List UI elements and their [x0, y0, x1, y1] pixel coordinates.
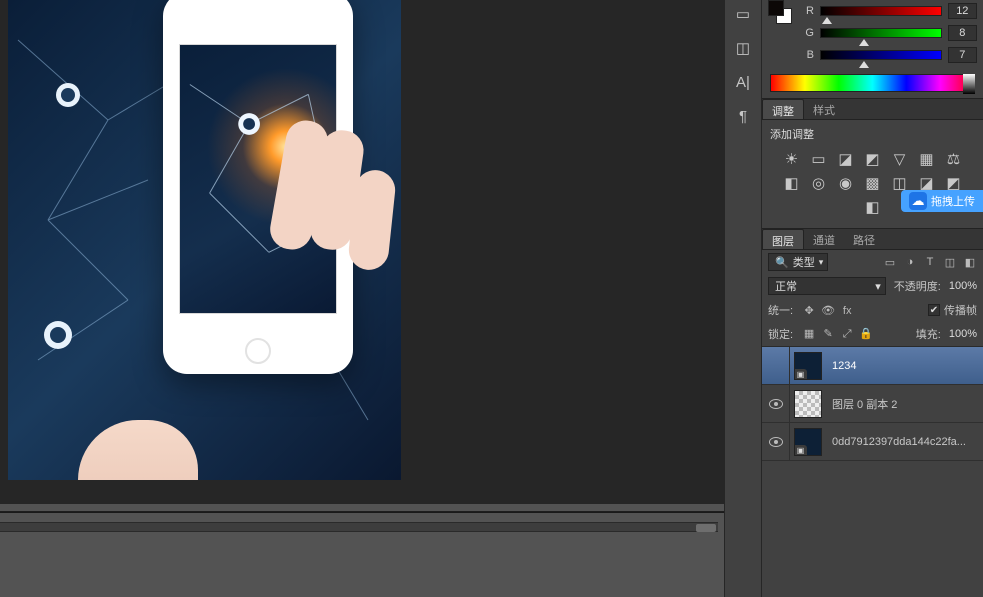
- filter-smart-icon[interactable]: ◧: [963, 256, 977, 269]
- gradient-map-icon[interactable]: ◧: [863, 200, 883, 216]
- exposure-icon[interactable]: ◩: [863, 152, 883, 168]
- layer-filter-kind-select[interactable]: 🔍 类型 ▾: [768, 253, 828, 271]
- layer-thumbnail[interactable]: ▣: [794, 428, 822, 456]
- hue-sat-icon[interactable]: ▦: [917, 152, 937, 168]
- foreground-background-swatch[interactable]: [768, 0, 794, 26]
- tab-paths[interactable]: 路径: [844, 229, 884, 249]
- color-balance-icon[interactable]: ⚖: [944, 152, 964, 168]
- filter-adjustment-icon[interactable]: ◑: [903, 256, 917, 269]
- phone-mockup: [163, 0, 353, 374]
- layer-name[interactable]: 0dd7912397dda144c22fa...: [826, 436, 977, 448]
- b-channel-value[interactable]: 7: [948, 47, 977, 63]
- adjustments-tab-bar: 调整 样式: [762, 98, 983, 120]
- tab-layers[interactable]: 图层: [762, 229, 804, 249]
- lock-all-icon[interactable]: 🔒: [858, 327, 874, 340]
- panel-icon[interactable]: ◫: [731, 38, 755, 60]
- lock-transparent-icon[interactable]: ▦: [801, 327, 817, 340]
- document-canvas[interactable]: [8, 0, 401, 480]
- layer-thumbnail[interactable]: ▣: [794, 352, 822, 380]
- blend-mode-select[interactable]: 正常 ▾: [768, 277, 886, 295]
- scrollbar-thumb[interactable]: [696, 524, 716, 532]
- b-channel-slider[interactable]: [820, 50, 942, 60]
- levels-icon[interactable]: ▭: [809, 152, 829, 168]
- layers-list: ▣ 1234 图层 0 副本 2 ▣ 0dd7912397dda144c22fa…: [762, 346, 983, 461]
- layer-visibility-toggle[interactable]: [762, 423, 790, 460]
- phone-screen-network: [180, 45, 336, 312]
- drag-upload-button[interactable]: ☁ 拖拽上传: [901, 190, 983, 212]
- add-adjustment-label: 添加调整: [770, 126, 975, 142]
- drag-upload-label: 拖拽上传: [931, 193, 975, 209]
- chevron-down-icon: ▾: [819, 257, 824, 268]
- smart-object-badge-icon: ▣: [794, 369, 807, 380]
- layer-filter-kind-label: 类型: [793, 254, 815, 270]
- fill-label: 填充:: [916, 326, 941, 342]
- lock-label: 锁定:: [768, 326, 793, 342]
- filter-shape-icon[interactable]: ◫: [943, 256, 957, 269]
- color-lookup-icon[interactable]: ▩: [863, 176, 883, 192]
- smart-object-badge-icon: ▣: [794, 445, 807, 456]
- layer-visibility-toggle[interactable]: [762, 385, 790, 422]
- lock-pixels-icon[interactable]: ✎: [820, 327, 836, 340]
- canvas-divider: [0, 511, 724, 513]
- b-channel-label: B: [802, 49, 814, 61]
- blend-mode-value: 正常: [775, 278, 797, 294]
- spectrum-bar[interactable]: [770, 74, 975, 92]
- filter-type-icon[interactable]: T: [923, 256, 937, 269]
- tab-channels[interactable]: 通道: [804, 229, 844, 249]
- layer-name[interactable]: 图层 0 副本 2: [826, 396, 977, 412]
- bw-ramp[interactable]: [963, 74, 975, 94]
- canvas-area[interactable]: [0, 0, 724, 504]
- layer-filter-toolbar: 🔍 类型 ▾ ▭ ◑ T ◫ ◧: [762, 250, 983, 274]
- r-channel-slider[interactable]: [820, 6, 942, 16]
- layer-name[interactable]: 1234: [826, 360, 977, 372]
- opacity-value[interactable]: 100%: [949, 280, 977, 292]
- layers-tab-bar: 图层 通道 路径: [762, 228, 983, 250]
- channel-mixer-icon[interactable]: ◉: [836, 176, 856, 192]
- panel-icon[interactable]: ▭: [731, 4, 755, 26]
- lock-position-icon[interactable]: ⤢: [839, 328, 855, 341]
- vibrance-icon[interactable]: ▽: [890, 152, 910, 168]
- brightness-contrast-icon[interactable]: ☀: [782, 152, 802, 168]
- filter-pixel-icon[interactable]: ▭: [883, 256, 897, 269]
- photo-filter-icon[interactable]: ◎: [809, 176, 829, 192]
- tab-adjustments[interactable]: 调整: [762, 99, 804, 119]
- unify-style-icon[interactable]: fx: [839, 305, 855, 317]
- foreground-color-swatch[interactable]: [768, 0, 784, 16]
- opacity-label: 不透明度:: [894, 278, 941, 294]
- g-channel-label: G: [802, 27, 814, 39]
- paragraph-panel-icon[interactable]: ¶: [731, 106, 755, 128]
- layer-row[interactable]: ▣ 1234: [762, 347, 983, 385]
- tab-styles[interactable]: 样式: [804, 99, 844, 119]
- phone-home-button: [245, 338, 271, 364]
- eye-icon: [769, 437, 783, 447]
- search-icon: 🔍: [775, 256, 789, 269]
- r-channel-value[interactable]: 12: [948, 3, 977, 19]
- character-panel-icon[interactable]: A|: [731, 72, 755, 94]
- propagate-checkbox[interactable]: ✔: [928, 304, 940, 316]
- layer-row[interactable]: 图层 0 副本 2: [762, 385, 983, 423]
- propagate-label: 传播帧: [944, 302, 977, 318]
- r-channel-label: R: [802, 5, 814, 17]
- fill-value[interactable]: 100%: [949, 328, 977, 340]
- unify-position-icon[interactable]: ✥: [801, 304, 817, 317]
- phone-screen: [179, 44, 337, 314]
- bw-icon[interactable]: ◧: [782, 176, 802, 192]
- unify-label: 统一:: [768, 302, 793, 318]
- collapsed-panel-dock[interactable]: ▭ ◫ A| ¶: [724, 0, 762, 597]
- cloud-upload-icon: ☁: [909, 192, 927, 210]
- unify-visibility-icon[interactable]: 👁: [820, 304, 836, 317]
- layers-panel: 图层 通道 路径 🔍 类型 ▾ ▭ ◑ T ◫ ◧ 正常 ▾ 不透明度: 100…: [762, 226, 983, 597]
- status-area: [0, 532, 724, 597]
- curves-icon[interactable]: ◪: [836, 152, 856, 168]
- layer-thumbnail[interactable]: [794, 390, 822, 418]
- g-channel-value[interactable]: 8: [948, 25, 977, 41]
- layer-row[interactable]: ▣ 0dd7912397dda144c22fa...: [762, 423, 983, 461]
- horizontal-scrollbar[interactable]: [0, 522, 718, 532]
- layer-visibility-toggle[interactable]: [762, 347, 790, 384]
- eye-icon: [769, 399, 783, 409]
- chevron-down-icon: ▾: [875, 280, 881, 293]
- g-channel-slider[interactable]: [820, 28, 942, 38]
